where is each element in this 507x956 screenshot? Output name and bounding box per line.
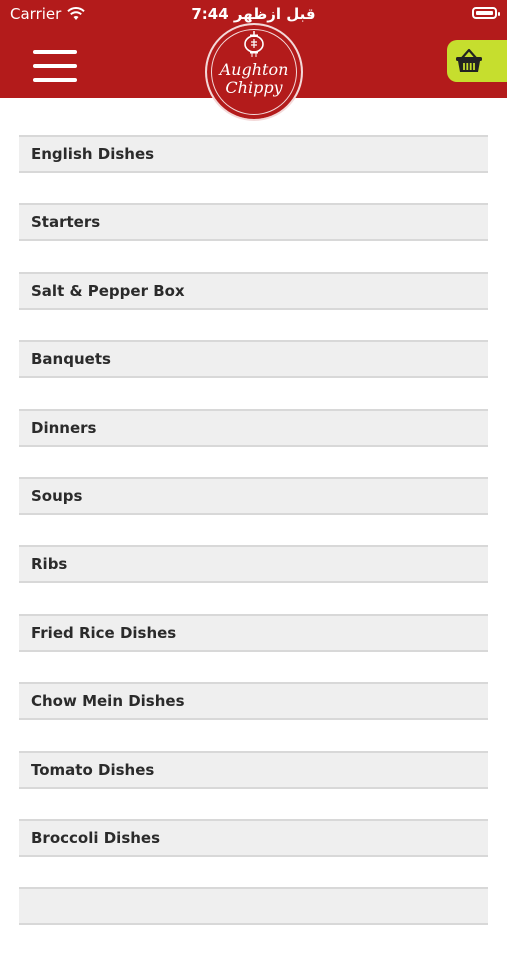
category-label: Fried Rice Dishes bbox=[31, 623, 177, 642]
category-item-english-dishes[interactable]: English Dishes bbox=[19, 135, 488, 173]
battery-icon bbox=[472, 7, 500, 19]
hamburger-menu-button[interactable] bbox=[33, 50, 77, 82]
category-label: Dinners bbox=[31, 418, 97, 437]
category-item-dinners[interactable]: Dinners bbox=[19, 408, 488, 447]
category-label: Banquets bbox=[31, 350, 111, 369]
brand-logo: Aughton Chippy bbox=[205, 23, 303, 121]
logo-text-line1: Aughton bbox=[219, 60, 289, 79]
category-label: Ribs bbox=[31, 555, 68, 574]
category-list: English Dishes Starters Salt & Pepper Bo… bbox=[19, 135, 488, 956]
category-label: Soups bbox=[31, 486, 83, 505]
category-item-starters[interactable]: Starters bbox=[19, 203, 488, 242]
status-time: 7:44 قبل ازظهر bbox=[191, 5, 316, 23]
cart-button[interactable] bbox=[447, 40, 507, 82]
category-item-salt-pepper-box[interactable]: Salt & Pepper Box bbox=[19, 271, 488, 310]
category-item-tomato-dishes[interactable]: Tomato Dishes bbox=[19, 750, 488, 789]
category-item-ribs[interactable]: Ribs bbox=[19, 545, 488, 584]
category-label: Starters bbox=[31, 213, 101, 232]
category-item-fried-rice-dishes[interactable]: Fried Rice Dishes bbox=[19, 613, 488, 652]
basket-icon bbox=[456, 48, 482, 72]
category-label: Tomato Dishes bbox=[31, 760, 155, 779]
category-item-chow-mein-dishes[interactable]: Chow Mein Dishes bbox=[19, 682, 488, 721]
app-header: Carrier 7:44 قبل ازظهر Aughton Chippy bbox=[0, 0, 507, 121]
category-item-partial[interactable] bbox=[19, 887, 488, 926]
category-label: Broccoli Dishes bbox=[31, 828, 161, 847]
category-item-soups[interactable]: Soups bbox=[19, 476, 488, 515]
category-item-banquets[interactable]: Banquets bbox=[19, 340, 488, 379]
category-label: English Dishes bbox=[31, 145, 155, 163]
category-item-broccoli-dishes[interactable]: Broccoli Dishes bbox=[19, 818, 488, 857]
category-label: Chow Mein Dishes bbox=[31, 692, 185, 711]
logo-text-line2: Chippy bbox=[225, 78, 283, 97]
hamburger-icon bbox=[33, 50, 77, 54]
category-label: Salt & Pepper Box bbox=[31, 281, 185, 300]
lantern-icon bbox=[244, 31, 264, 57]
